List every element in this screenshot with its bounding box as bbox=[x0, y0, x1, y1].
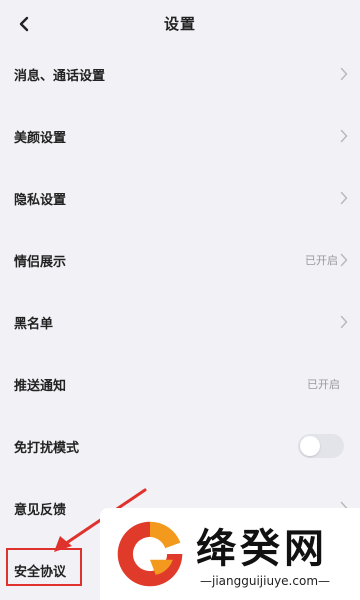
settings-item-push-notification[interactable]: 推送通知 已开启 bbox=[0, 358, 360, 410]
watermark-url: —jiangguijiuye.com— bbox=[200, 574, 331, 588]
settings-item-do-not-disturb: 免打扰模式 bbox=[0, 420, 360, 472]
watermark: 绛癸网 —jiangguijiuye.com— bbox=[100, 508, 360, 600]
chevron-right-icon bbox=[340, 191, 348, 205]
settings-item-label: 情侣展示 bbox=[14, 255, 67, 270]
settings-item-beauty[interactable]: 美颜设置 bbox=[0, 110, 360, 162]
settings-item-privacy[interactable]: 隐私设置 bbox=[0, 172, 360, 224]
do-not-disturb-toggle[interactable] bbox=[298, 434, 344, 458]
status-text: 已开启 bbox=[307, 378, 340, 391]
header-bar: 设置 bbox=[0, 0, 360, 48]
settings-item-label: 消息、通话设置 bbox=[14, 69, 106, 84]
chevron-right-icon bbox=[340, 129, 348, 143]
watermark-brand-name: 绛癸网 bbox=[196, 526, 328, 572]
settings-item-label: 黑名单 bbox=[14, 317, 54, 332]
settings-item-label: 隐私设置 bbox=[14, 193, 67, 208]
annotation-highlight-box bbox=[6, 548, 82, 586]
settings-item-label: 美颜设置 bbox=[14, 131, 67, 146]
toggle-knob bbox=[300, 436, 320, 456]
chevron-right-icon bbox=[340, 253, 348, 267]
chevron-right-icon bbox=[340, 315, 348, 329]
settings-item-label: 推送通知 bbox=[14, 379, 67, 394]
settings-item-couple-display[interactable]: 情侣展示 已开启 bbox=[0, 234, 360, 286]
settings-item-label: 免打扰模式 bbox=[14, 441, 80, 456]
page-title: 设置 bbox=[163, 15, 196, 33]
brand-logo-icon bbox=[117, 521, 183, 587]
chevron-right-icon bbox=[340, 67, 348, 81]
status-text: 已开启 bbox=[305, 254, 338, 267]
settings-item-message-call[interactable]: 消息、通话设置 bbox=[0, 48, 360, 100]
settings-item-blacklist[interactable]: 黑名单 bbox=[0, 296, 360, 348]
